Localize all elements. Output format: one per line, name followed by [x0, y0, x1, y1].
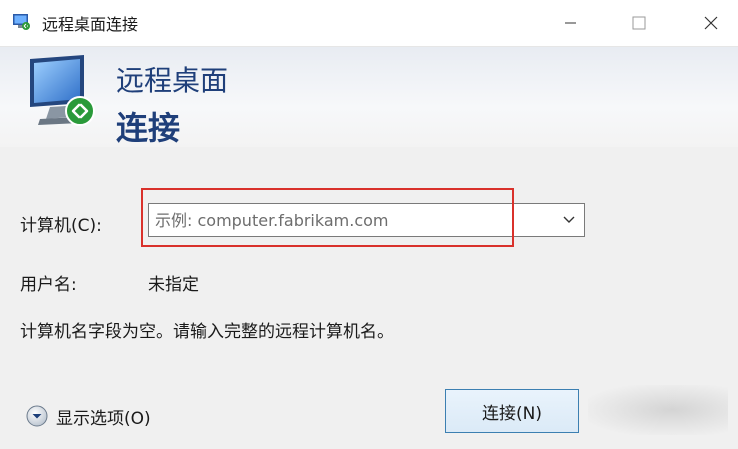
connect-button[interactable]: 连接(N) — [445, 389, 579, 433]
close-icon — [704, 16, 718, 30]
blurred-region — [588, 385, 728, 435]
show-options-label: 显示选项(O) — [56, 408, 151, 429]
minimize-icon — [565, 22, 576, 24]
rdp-app-icon — [13, 14, 30, 30]
title-bar: 远程桌面连接 — [0, 0, 738, 47]
status-message: 计算机名字段为空。请输入完整的远程计算机名。 — [20, 322, 394, 342]
maximize-icon — [632, 16, 646, 30]
close-button[interactable] — [688, 0, 734, 46]
expand-options-icon — [26, 405, 48, 427]
computer-combobox[interactable] — [148, 203, 585, 237]
chevron-down-icon[interactable] — [562, 214, 576, 226]
computer-input[interactable] — [155, 209, 545, 231]
show-options-toggle[interactable]: 显示选项(O) — [26, 403, 151, 429]
rdp-monitor-icon — [30, 55, 95, 126]
header-banner: 远程桌面 连接 — [0, 47, 738, 147]
banner-title: 远程桌面 — [116, 64, 229, 97]
window-title: 远程桌面连接 — [42, 15, 139, 34]
user-label: 用户名: — [20, 275, 77, 295]
computer-label: 计算机(C): — [20, 216, 102, 236]
banner-subtitle: 连接 — [116, 109, 181, 147]
maximize-button[interactable] — [616, 0, 662, 46]
user-value: 未指定 — [148, 275, 199, 295]
minimize-button[interactable] — [548, 0, 594, 46]
